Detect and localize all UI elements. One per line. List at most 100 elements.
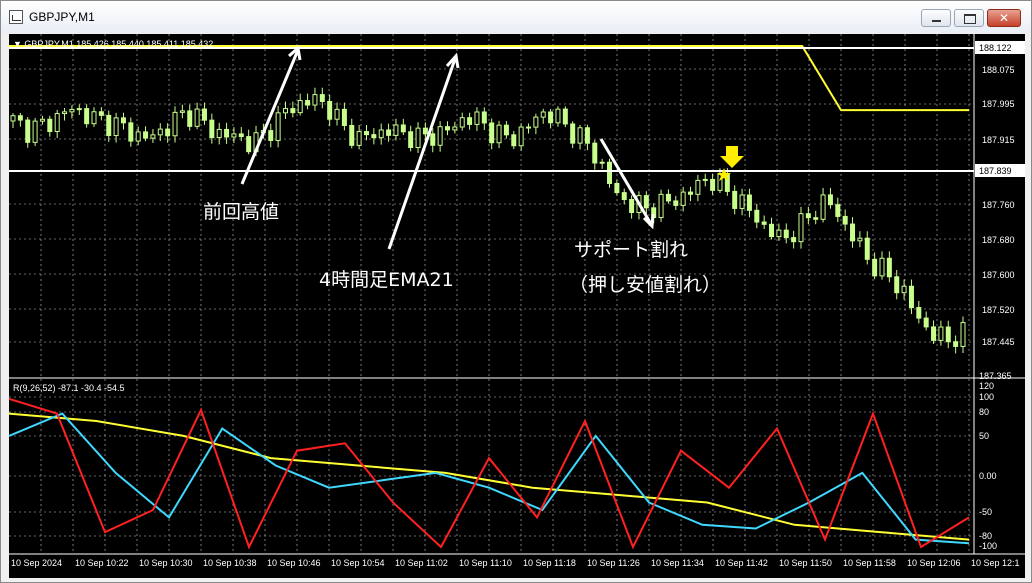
candle-body [172, 111, 178, 137]
candle-body [820, 194, 826, 220]
chart-area[interactable]: ▼ GBPJPY,M1 185.426 185.440 185.411 185.… [9, 34, 1025, 578]
candle-body [842, 215, 848, 225]
candle-body [187, 110, 193, 127]
candle-body [754, 209, 760, 223]
candle-body [268, 130, 274, 141]
candle-body [570, 123, 576, 144]
candle-body [769, 223, 775, 238]
candle-body [319, 94, 325, 103]
candle-body [201, 108, 207, 121]
candle-body [489, 122, 495, 144]
candle-body [621, 192, 627, 201]
candle-body [54, 113, 60, 133]
candle-body [776, 229, 782, 238]
candle-body [341, 108, 347, 126]
candle-body [658, 193, 664, 219]
candle-body [702, 178, 708, 181]
candle-body [680, 191, 686, 206]
osc-tick: 0.00 [979, 471, 997, 481]
price-tick: 188.075 [982, 65, 1015, 75]
candle-body [732, 190, 738, 209]
candle-body [614, 182, 620, 194]
time-tick: 10 Sep 11:42 [715, 558, 768, 568]
chart-background [9, 34, 1025, 578]
osc-tick: -50 [979, 507, 992, 517]
candle-body [422, 127, 428, 135]
time-tick: 10 Sep 10:38 [203, 558, 257, 568]
candle-body [32, 120, 38, 143]
candle-body [231, 133, 237, 138]
candle-body [599, 161, 605, 164]
osc-tick: 80 [979, 407, 989, 417]
candle-body [673, 200, 679, 206]
candle-body [135, 131, 141, 142]
title-bar[interactable]: GBPJPY,M1 ✕ [1, 1, 1031, 33]
candle-body [452, 126, 458, 131]
time-tick: 10 Sep 10:30 [139, 558, 193, 568]
candle-body [349, 124, 355, 146]
window-title: GBPJPY,M1 [29, 10, 95, 24]
candle-body [157, 128, 163, 136]
candle-body [629, 199, 635, 213]
candle-body [194, 108, 200, 127]
candle-body [857, 237, 863, 242]
candle-body [106, 114, 112, 137]
candle-body [69, 108, 75, 113]
candle-body [533, 116, 539, 128]
candle-body [864, 237, 870, 260]
candle-body [282, 108, 288, 114]
candle-body [400, 124, 406, 133]
maximize-button[interactable] [954, 9, 984, 27]
candle-body [503, 124, 509, 136]
candle-body [791, 237, 797, 243]
candle-body [334, 108, 340, 120]
candle-body [84, 108, 90, 125]
time-tick: 10 Sep 10:46 [267, 558, 321, 568]
close-button[interactable]: ✕ [987, 9, 1021, 27]
candle-body [312, 94, 318, 106]
candle-body [305, 100, 311, 106]
annotation-ema: 4時間足EMA21 [319, 269, 454, 291]
candle-body [710, 178, 716, 191]
candle-body [179, 110, 185, 113]
candle-body [238, 133, 244, 138]
candle-body [143, 131, 149, 139]
candle-body [444, 126, 450, 131]
candle-body [113, 117, 119, 137]
candle-body [275, 112, 281, 141]
candle-body [548, 111, 554, 124]
price-tick: 187.760 [982, 200, 1015, 210]
candle-body [872, 258, 878, 277]
price-tick: 187.365 [979, 371, 1012, 381]
candle-body [577, 127, 583, 144]
candle-body [363, 131, 369, 136]
candle-body [916, 307, 922, 319]
annotation-support-break-note: （押し安値割れ） [569, 274, 721, 296]
candle-body [216, 128, 222, 139]
time-tick: 10 Sep 11:10 [459, 558, 512, 568]
price-tick: 187.600 [982, 270, 1015, 280]
price-tick: 187.915 [982, 135, 1015, 145]
candle-body [739, 194, 745, 209]
candle-body [783, 229, 789, 239]
candle-body [562, 108, 568, 125]
osc-tick: 120 [979, 381, 994, 391]
candle-body [474, 111, 480, 125]
candle-body [224, 128, 230, 138]
minimize-button[interactable] [921, 9, 951, 27]
chart-header: ▼ GBPJPY,M1 185.426 185.440 185.411 185.… [13, 39, 213, 49]
candle-body [540, 111, 546, 118]
time-tick: 10 Sep 11:18 [523, 558, 576, 568]
terminal-window: GBPJPY,M1 ✕ ▼ GBPJPY,M1 185.426 185.440 … [0, 0, 1032, 583]
candle-body [430, 133, 436, 146]
candle-body [923, 317, 929, 328]
price-tick: 187.995 [982, 99, 1015, 109]
candle-body [761, 221, 767, 225]
time-tick: 10 Sep 11:50 [779, 558, 832, 568]
candle-body [879, 257, 885, 277]
candle-body [459, 117, 465, 128]
annotation-support-break: サポート割れ [574, 239, 688, 261]
minimize-icon [932, 20, 941, 22]
candle-body [128, 122, 134, 142]
indicator-header: R(9,26,52) -87.1 -30.4 -54.5 [13, 383, 125, 393]
